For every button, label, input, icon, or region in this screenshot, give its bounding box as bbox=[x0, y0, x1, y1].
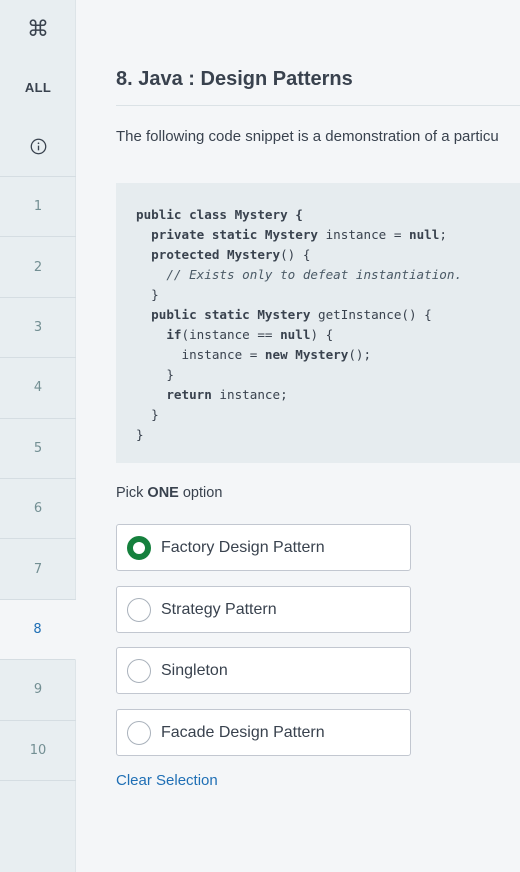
question-panel: 8. Java : Design Patterns The following … bbox=[116, 0, 520, 872]
question-description: The following code snippet is a demonstr… bbox=[116, 128, 499, 145]
question-nav-9[interactable]: 9 bbox=[0, 660, 76, 721]
option-label: Strategy Pattern bbox=[161, 600, 277, 618]
question-sidebar: ⌘ ALL 1 2 3 4 5 6 7 8 9 10 bbox=[0, 0, 76, 872]
info-icon bbox=[30, 138, 46, 154]
question-nav-8[interactable]: 8 bbox=[0, 599, 76, 661]
clear-selection-link[interactable]: Clear Selection bbox=[116, 772, 218, 789]
question-nav-6[interactable]: 6 bbox=[0, 479, 76, 540]
option-label: Facade Design Pattern bbox=[161, 723, 325, 741]
question-nav-2[interactable]: 2 bbox=[0, 237, 76, 298]
option-singleton[interactable]: Singleton bbox=[116, 647, 411, 694]
command-icon[interactable]: ⌘ bbox=[0, 0, 76, 58]
option-factory-design-pattern[interactable]: Factory Design Pattern bbox=[116, 524, 411, 571]
question-nav-3[interactable]: 3 bbox=[0, 298, 76, 359]
title-divider bbox=[116, 105, 520, 106]
radio-button-selected[interactable] bbox=[127, 535, 151, 560]
radio-button[interactable] bbox=[127, 720, 151, 745]
question-nav-5[interactable]: 5 bbox=[0, 419, 76, 479]
radio-button[interactable] bbox=[127, 658, 151, 683]
option-label: Singleton bbox=[161, 661, 228, 679]
pick-instruction: Pick ONE option bbox=[116, 485, 223, 501]
question-title: 8. Java : Design Patterns bbox=[116, 68, 353, 90]
question-nav-4[interactable]: 4 bbox=[0, 358, 76, 419]
radio-button[interactable] bbox=[127, 597, 151, 622]
all-questions-button[interactable]: ALL bbox=[0, 58, 76, 116]
option-strategy-pattern[interactable]: Strategy Pattern bbox=[116, 586, 411, 633]
option-label: Factory Design Pattern bbox=[161, 538, 325, 556]
question-nav-10[interactable]: 10 bbox=[0, 721, 76, 781]
code-snippet: public class Mystery { private static My… bbox=[116, 183, 520, 463]
option-facade-design-pattern[interactable]: Facade Design Pattern bbox=[116, 709, 411, 756]
info-button[interactable] bbox=[0, 116, 76, 177]
question-nav-1[interactable]: 1 bbox=[0, 177, 76, 238]
question-nav-7[interactable]: 7 bbox=[0, 539, 76, 600]
